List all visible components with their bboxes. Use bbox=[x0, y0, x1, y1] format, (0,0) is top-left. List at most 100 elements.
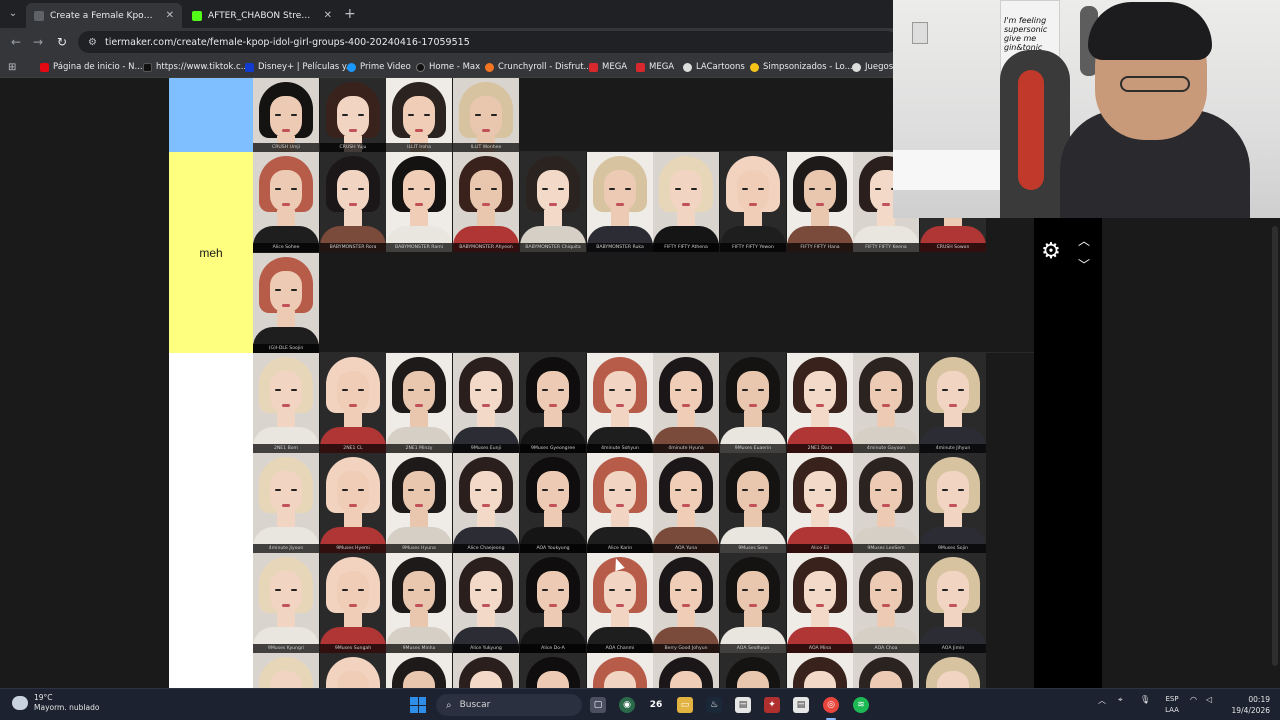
idol-card[interactable]: CRUSH Umji bbox=[253, 78, 319, 152]
idol-card[interactable]: Alice Sohee bbox=[253, 152, 319, 252]
tab-tiermaker[interactable]: Create a Female Kpop Idol Girl ✕ bbox=[26, 3, 182, 28]
idol-card[interactable]: 2NE1 Dara bbox=[787, 353, 853, 453]
idol-card[interactable]: BABYMONSTER Rami bbox=[386, 152, 452, 252]
windows-start-icon[interactable] bbox=[410, 697, 426, 713]
chrome-icon[interactable]: ◎ bbox=[823, 697, 839, 713]
idol-card[interactable]: BABYMONSTER Chiquita bbox=[520, 152, 586, 252]
idol-card[interactable]: 9Muses Hyuna bbox=[386, 453, 452, 553]
url-text[interactable]: tiermaker.com/create/female-kpop-idol-gi… bbox=[105, 37, 470, 48]
tray-chevron-up-icon[interactable]: ︿ bbox=[1098, 695, 1106, 706]
idol-card[interactable]: Alice Karin bbox=[587, 453, 653, 553]
spotify-icon[interactable]: ≋ bbox=[853, 697, 869, 713]
bookmark-prime-video[interactable]: Prime Video bbox=[347, 60, 411, 74]
bookmark-mega-2[interactable]: MEGA bbox=[636, 60, 674, 74]
bookmark-max[interactable]: Home - Max bbox=[416, 60, 480, 74]
tier-label-meh[interactable]: meh bbox=[169, 152, 253, 353]
idol-card[interactable]: 9Muses LeeSem bbox=[853, 453, 919, 553]
idol-card[interactable]: AOA Jimin bbox=[920, 553, 986, 653]
tab-search-icon[interactable]: ⌄ bbox=[4, 5, 22, 23]
idol-card[interactable]: 9Muses Sera bbox=[720, 453, 786, 553]
bookmark-juegos[interactable]: Juegos bbox=[852, 60, 893, 74]
idol-card[interactable]: FIFTY FIFTY Yewon bbox=[720, 152, 786, 252]
close-tab-icon[interactable]: ✕ bbox=[324, 10, 332, 21]
forward-arrow-icon[interactable]: → bbox=[30, 34, 46, 50]
bookmark-tiktok[interactable]: https://www.tiktok.c... bbox=[143, 60, 249, 74]
idol-card[interactable]: BABYMONSTER Rora bbox=[320, 152, 386, 252]
idol-card[interactable]: 4minute Jihyun bbox=[920, 353, 986, 453]
gear-icon[interactable]: ⚙ bbox=[1039, 240, 1063, 264]
idol-card[interactable] bbox=[386, 653, 452, 688]
volume-icon[interactable]: ◁ bbox=[1206, 695, 1212, 704]
idol-card[interactable]: BABYMONSTER Ruka bbox=[587, 152, 653, 252]
idol-card[interactable]: 9Muses Hyemi bbox=[320, 453, 386, 553]
weather-widget[interactable]: 19°C Mayorm. nublado bbox=[12, 693, 99, 713]
site-info-icon[interactable]: ⚙ bbox=[88, 37, 97, 48]
reload-icon[interactable]: ↻ bbox=[54, 34, 70, 50]
idol-card[interactable]: 9Muses Sojin bbox=[920, 453, 986, 553]
idol-card[interactable]: 4minute Jiyoon bbox=[253, 453, 319, 553]
task-view-icon[interactable]: ▢ bbox=[590, 697, 606, 713]
mic-icon[interactable]: 🎙 bbox=[1140, 695, 1150, 704]
apps-grid-icon[interactable]: ⊞ bbox=[8, 60, 16, 74]
idol-card[interactable]: 4minute Hyuna bbox=[653, 353, 719, 453]
idol-card[interactable]: 9Muses Gyeongree bbox=[520, 353, 586, 453]
steam-icon[interactable]: ♨ bbox=[706, 697, 722, 713]
idol-card[interactable]: AOA Youkyung bbox=[520, 453, 586, 553]
idol-card[interactable]: Alice Do-A bbox=[520, 553, 586, 653]
idol-card[interactable] bbox=[253, 653, 319, 688]
bookmark-netflix[interactable]: Página de inicio - N... bbox=[40, 60, 143, 74]
idol-card[interactable] bbox=[853, 653, 919, 688]
idol-card[interactable]: Alice Yukyung bbox=[453, 553, 519, 653]
idol-card[interactable]: (G)I-DLE Soojin bbox=[253, 253, 319, 353]
idol-card[interactable]: ILLIT Wonhee bbox=[453, 78, 519, 152]
idol-card[interactable]: FIFTY FIFTY Athena bbox=[653, 152, 719, 252]
idol-card[interactable]: 2NE1 CL bbox=[320, 353, 386, 453]
language-indicator[interactable]: ESP LAA bbox=[1160, 694, 1184, 716]
copilot-icon[interactable]: ◉ bbox=[619, 697, 635, 713]
system-clock[interactable]: 00:19 19/4/2026 bbox=[1218, 694, 1270, 716]
idol-card[interactable]: FIFTY FIFTY Hana bbox=[787, 152, 853, 252]
network-tray-icon[interactable]: ⌖ bbox=[1118, 695, 1123, 705]
bookmark-lacartoons[interactable]: LACartoons bbox=[683, 60, 745, 74]
wifi-icon[interactable]: ◠ bbox=[1190, 695, 1197, 704]
bookmark-simpsonizados[interactable]: Simpsonizados - Lo... bbox=[750, 60, 853, 74]
chevron-up-icon[interactable]: ︿ bbox=[1074, 234, 1094, 248]
idol-card[interactable]: AOA Yuna bbox=[653, 453, 719, 553]
idol-card[interactable]: 9Muses Eunji bbox=[453, 353, 519, 453]
idol-card[interactable]: AOA Seolhyun bbox=[720, 553, 786, 653]
idol-card[interactable]: BABYMONSTER Ahyeon bbox=[453, 152, 519, 252]
bookmark-mega-1[interactable]: MEGA bbox=[589, 60, 627, 74]
idol-card[interactable] bbox=[453, 653, 519, 688]
idol-card[interactable] bbox=[320, 653, 386, 688]
address-bar[interactable]: ⚙ tiermaker.com/create/female-kpop-idol-… bbox=[78, 31, 898, 53]
new-tab-plus-icon[interactable]: + bbox=[344, 6, 356, 22]
idol-card[interactable]: 4minute Sohyun bbox=[587, 353, 653, 453]
idol-card[interactable]: AOA Mina bbox=[787, 553, 853, 653]
idol-card[interactable]: Alice Eli bbox=[787, 453, 853, 553]
scrollbar-thumb[interactable] bbox=[1272, 226, 1278, 666]
idol-card[interactable]: AOA Choa bbox=[853, 553, 919, 653]
idol-card[interactable]: Alice Chaejeong bbox=[453, 453, 519, 553]
idol-card[interactable]: 9Muses Sungah bbox=[320, 553, 386, 653]
tab-kick-stream[interactable]: AFTER_CHABON Stream - Watc ✕ bbox=[184, 3, 340, 28]
idol-card[interactable] bbox=[720, 653, 786, 688]
idol-card[interactable]: ILLIT Iroha bbox=[386, 78, 452, 152]
idol-card[interactable]: CRUSH Yuju bbox=[320, 78, 386, 152]
idol-card[interactable]: 9Muses Minha bbox=[386, 553, 452, 653]
bookmark-crunchyroll[interactable]: Crunchyroll - Disfrut... bbox=[485, 60, 592, 74]
idol-card[interactable]: Berry Good Johyun bbox=[653, 553, 719, 653]
idol-card[interactable]: 9Muses Euaerin bbox=[720, 353, 786, 453]
idol-card[interactable] bbox=[587, 653, 653, 688]
back-arrow-icon[interactable]: ← bbox=[8, 34, 24, 50]
idol-card[interactable]: 9Muses Kyungri bbox=[253, 553, 319, 653]
idol-card[interactable]: 4minute Gayoon bbox=[853, 353, 919, 453]
idol-card[interactable] bbox=[653, 653, 719, 688]
idol-card[interactable] bbox=[520, 653, 586, 688]
close-tab-icon[interactable]: ✕ bbox=[166, 10, 174, 21]
idol-card[interactable]: 2NE1 Bom bbox=[253, 353, 319, 453]
idol-card[interactable]: 2NE1 Minzy bbox=[386, 353, 452, 453]
file-explorer-icon[interactable]: ▭ bbox=[677, 697, 693, 713]
chevron-down-icon[interactable]: ﹀ bbox=[1074, 258, 1094, 272]
idol-card[interactable] bbox=[787, 653, 853, 688]
taskbar-search[interactable]: ⌕ Buscar bbox=[436, 694, 582, 716]
